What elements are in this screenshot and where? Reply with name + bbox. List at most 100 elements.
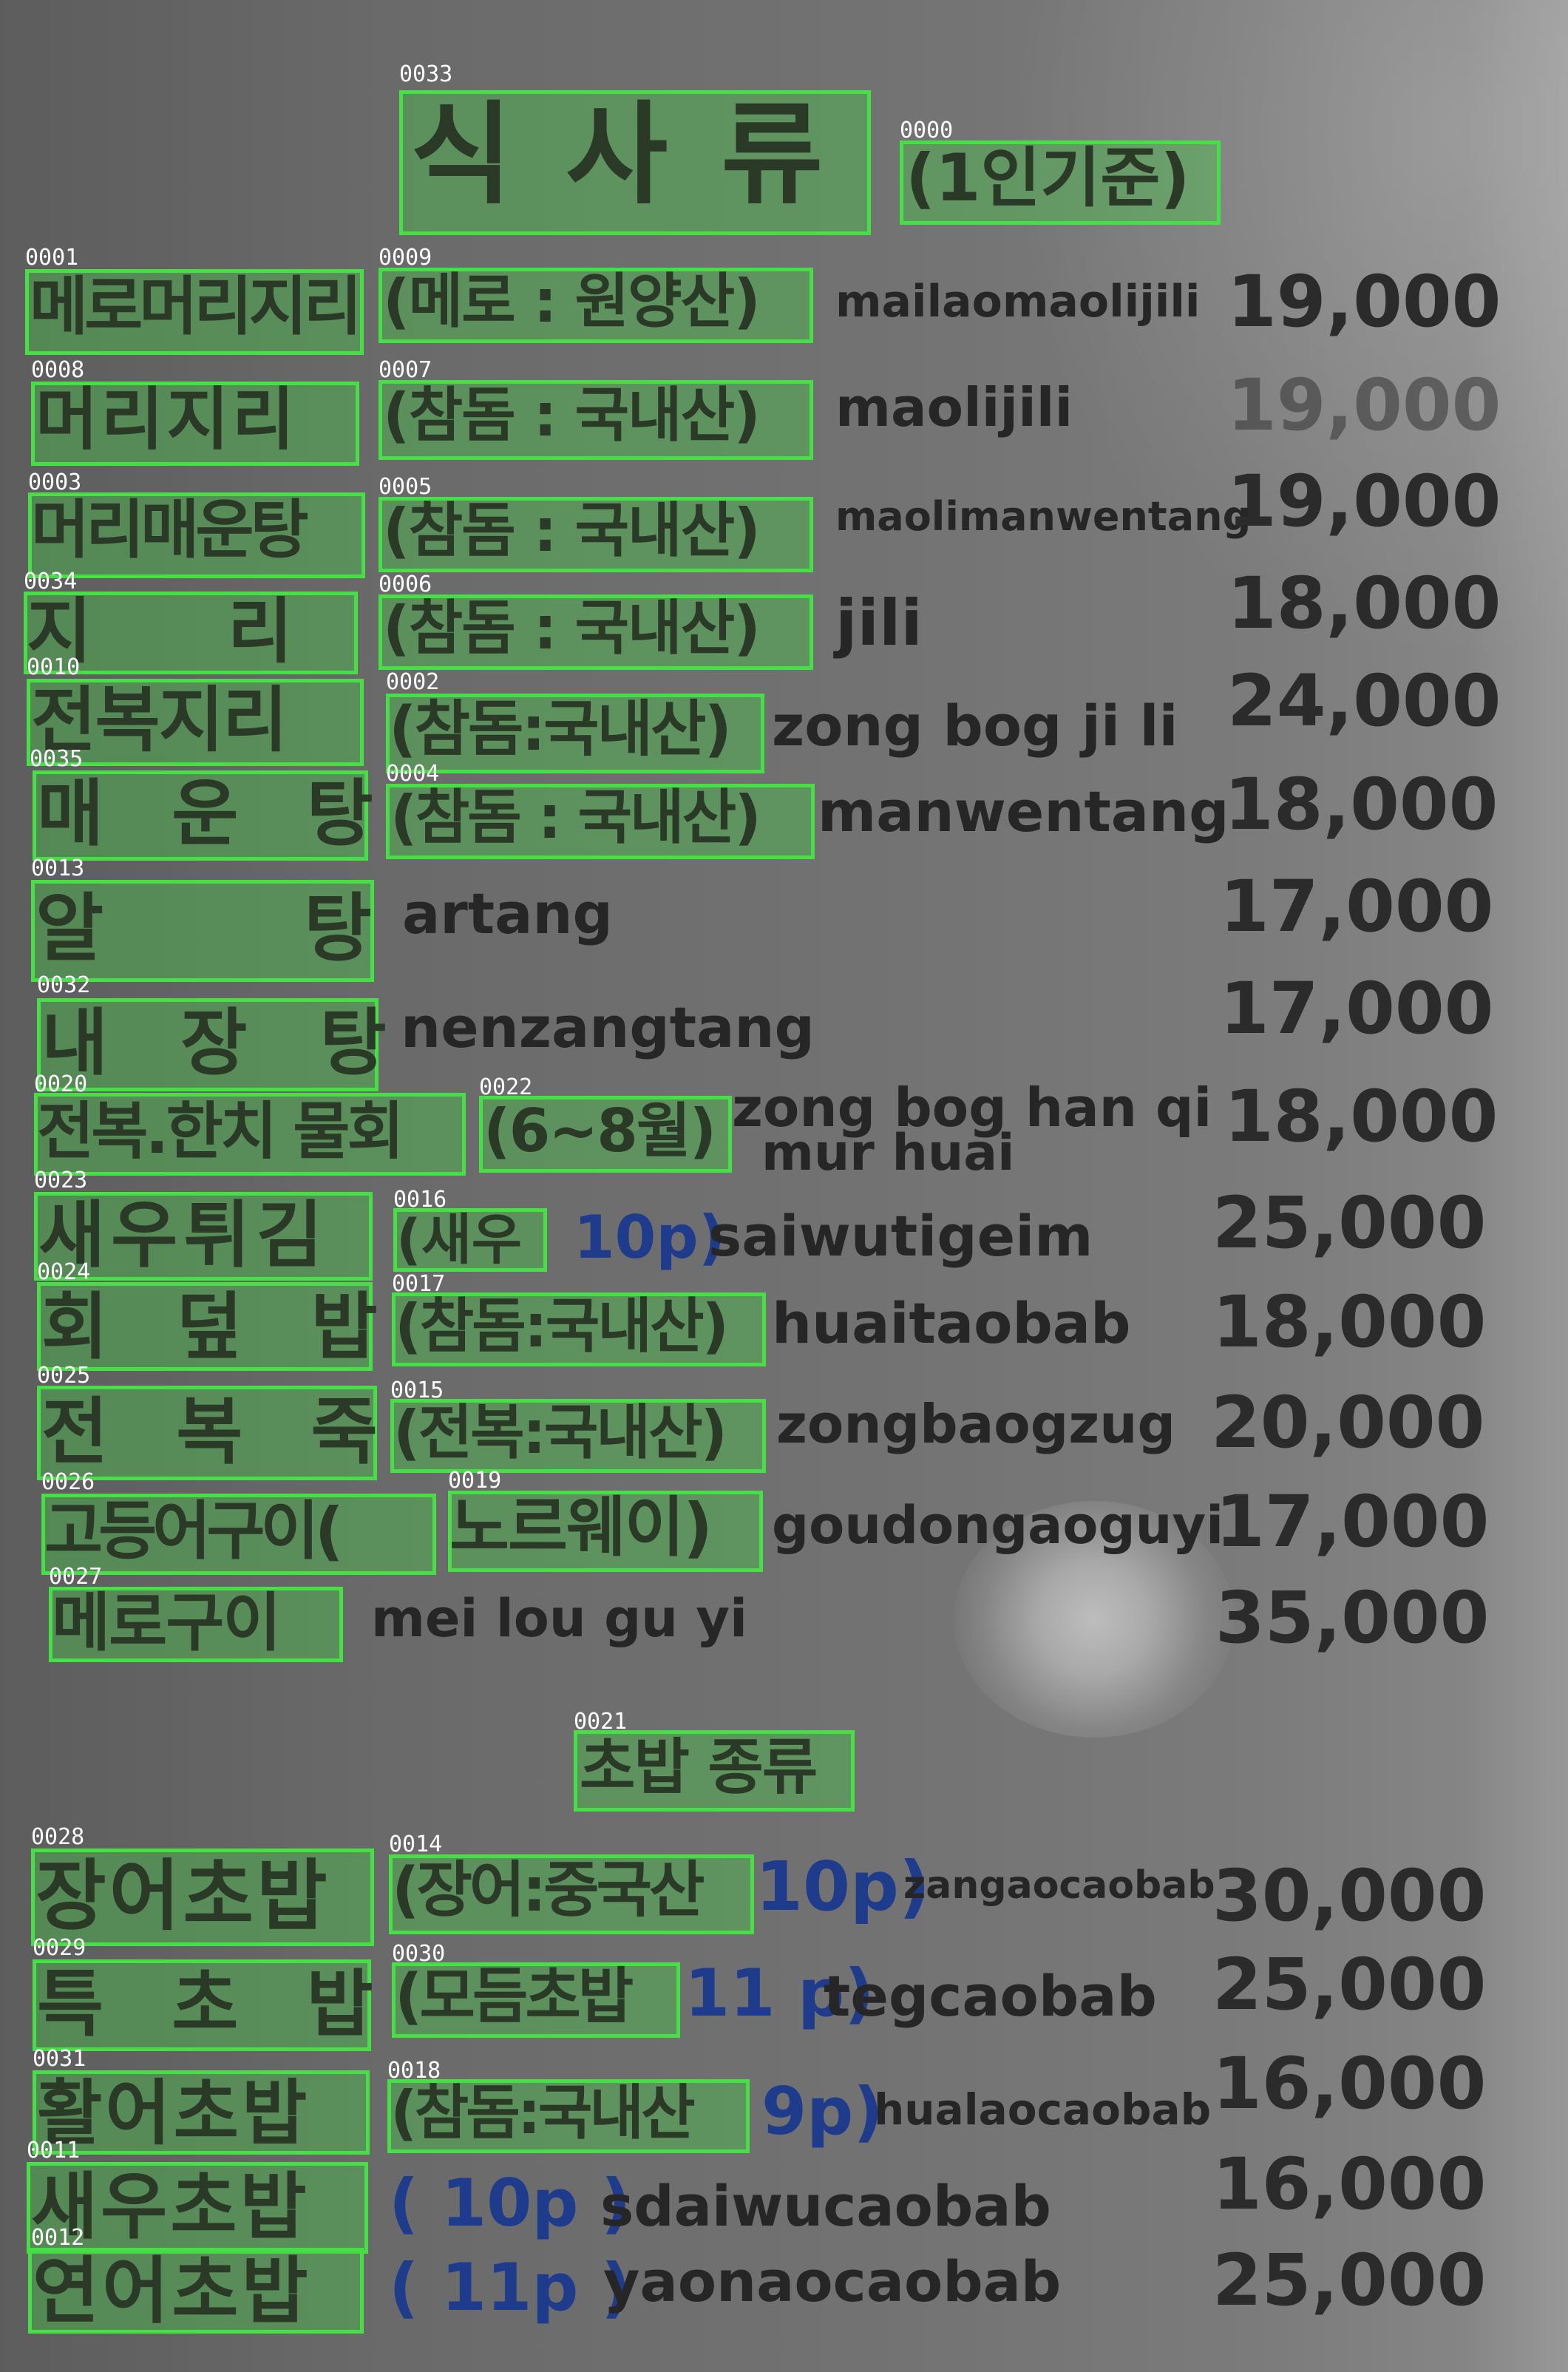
item-name: 머리매운탕	[31, 493, 309, 567]
item-price: 16,000	[1212, 2042, 1487, 2125]
piece-count: ( 11p )	[389, 2249, 631, 2325]
item-name: 머리지리	[35, 380, 298, 459]
item-origin: (참돔:국내산	[390, 2078, 696, 2147]
item-romanized: hualaocaobab	[874, 2084, 1212, 2135]
item-price: 17,000	[1215, 1480, 1490, 1563]
box-id: 0006	[379, 572, 432, 597]
piece-count: ( 10p )	[389, 2165, 631, 2241]
item-price: 24,000	[1227, 660, 1501, 742]
item-romanized: artang	[402, 881, 613, 946]
item-name: 장어초밥	[35, 1851, 330, 1941]
item-origin: (참돔 : 국내산)	[390, 783, 761, 852]
box-id: 0027	[49, 1564, 103, 1590]
box-id: 0035	[30, 746, 84, 772]
item-romanized: zangaocaobab	[903, 1863, 1215, 1908]
box-id: 0013	[31, 855, 85, 881]
item-origin: (참돔:국내산)	[389, 694, 732, 765]
item-price: 35,000	[1215, 1576, 1490, 1659]
box-id: 0031	[33, 2046, 86, 2072]
item-name: 알 탕	[35, 885, 372, 972]
item-romanized: maolimanwentang	[835, 493, 1252, 540]
box-id: 0000	[900, 118, 954, 143]
piece-count: 10p)	[574, 1203, 726, 1272]
item-price: 18,000	[1227, 562, 1501, 645]
item-origin: (참돔:국내산)	[395, 1292, 729, 1360]
item-name: 메로구이	[52, 1586, 281, 1660]
menu-title: 식 사 류	[410, 91, 831, 220]
item-romanized: saiwutigeim	[708, 1203, 1093, 1269]
item-name: 메로머리지리	[30, 270, 362, 344]
box-id: 0004	[386, 761, 440, 787]
box-id: 0033	[399, 61, 453, 87]
item-origin: (장어:중국산	[392, 1855, 705, 1925]
item-romanized: zongbaogzug	[776, 1393, 1175, 1455]
box-id: 0028	[31, 1824, 85, 1850]
box-id: 0008	[31, 357, 85, 383]
box-id: 0024	[37, 1259, 91, 1285]
item-price: 25,000	[1212, 2239, 1487, 2322]
item-romanized: huaitaobab	[772, 1290, 1131, 1356]
box-id: 0012	[31, 2225, 85, 2251]
item-romanized: sdaiwucaobab	[600, 2173, 1051, 2239]
box-id: 0032	[37, 972, 91, 998]
box-id: 0025	[37, 1363, 91, 1389]
item-romanized: jili	[835, 586, 923, 660]
box-id: 0009	[379, 245, 432, 271]
item-name: 전복지리	[31, 679, 288, 762]
item-price: 18,000	[1212, 1281, 1487, 1363]
item-price: 17,000	[1220, 967, 1494, 1050]
box-id: 0023	[34, 1168, 88, 1193]
piece-count: 9p)	[761, 2073, 883, 2149]
item-romanized: mailaomaolijili	[835, 276, 1201, 328]
item-name: 특 초 밥	[37, 1962, 373, 2047]
item-romanized: goudongaoguyi	[772, 1495, 1224, 1556]
box-id: 0011	[27, 2138, 81, 2163]
box-id: 0007	[379, 357, 432, 383]
item-origin: (참돔 : 국내산)	[383, 496, 761, 565]
item-origin: (참돔 : 국내산)	[383, 594, 761, 663]
item-name: 회 덮 밥	[41, 1285, 378, 1369]
box-id: 0029	[33, 1935, 86, 1961]
item-name: 연어초밥	[33, 2249, 311, 2334]
box-id: 0026	[41, 1469, 95, 1495]
title-note: (1인기준)	[906, 140, 1190, 216]
item-romanized: zong bog ji li	[772, 693, 1178, 759]
item-price: 25,000	[1212, 1943, 1487, 2026]
item-romanized: mur huai	[761, 1124, 1015, 1182]
box-id: 0001	[25, 245, 79, 271]
item-name: 고등어구이(	[44, 1494, 344, 1568]
item-romanized: nenzangtang	[401, 994, 815, 1060]
box-id: 0014	[389, 1831, 443, 1857]
item-romanized: mei lou gu yi	[371, 1588, 748, 1649]
item-origin: (메로 : 원양산)	[383, 267, 761, 336]
item-romanized: tegcaobab	[824, 1963, 1157, 2029]
box-id: 0005	[379, 474, 432, 500]
item-origin: (참돔 : 국내산)	[383, 381, 761, 450]
item-romanized: manwentang	[818, 779, 1229, 844]
item-origin: (모듬초밥	[395, 1962, 634, 2032]
section-title: 초밥 종류	[580, 1732, 818, 1803]
item-origin: (새우	[396, 1208, 522, 1272]
item-price: 19,000	[1227, 460, 1501, 543]
box-id: 0010	[27, 654, 81, 680]
item-price: 19,000	[1227, 260, 1501, 343]
item-name: 전 복 죽	[41, 1390, 378, 1474]
item-name: 내 장 탕	[41, 1001, 387, 1085]
box-id: 0002	[386, 669, 440, 695]
item-price: 25,000	[1212, 1182, 1487, 1264]
item-price: 18,000	[1224, 1075, 1499, 1158]
item-price: 17,000	[1220, 865, 1494, 948]
item-price: 20,000	[1211, 1381, 1485, 1464]
item-romanized: yaonaocaobab	[603, 2249, 1062, 2314]
item-origin: 노르웨이)	[449, 1489, 713, 1565]
item-romanized: maolijili	[835, 376, 1073, 438]
item-price: 19,000	[1227, 364, 1501, 447]
item-price: 30,000	[1212, 1854, 1487, 1937]
item-name: 전복.한치 물회	[37, 1095, 404, 1168]
box-id: 0003	[28, 470, 82, 495]
item-price: 16,000	[1212, 2143, 1487, 2226]
item-origin: (6~8월)	[483, 1097, 716, 1165]
item-name: 매 운 탕	[37, 772, 373, 856]
item-price: 18,000	[1224, 763, 1499, 846]
item-origin: (전복:국내산)	[393, 1398, 727, 1467]
